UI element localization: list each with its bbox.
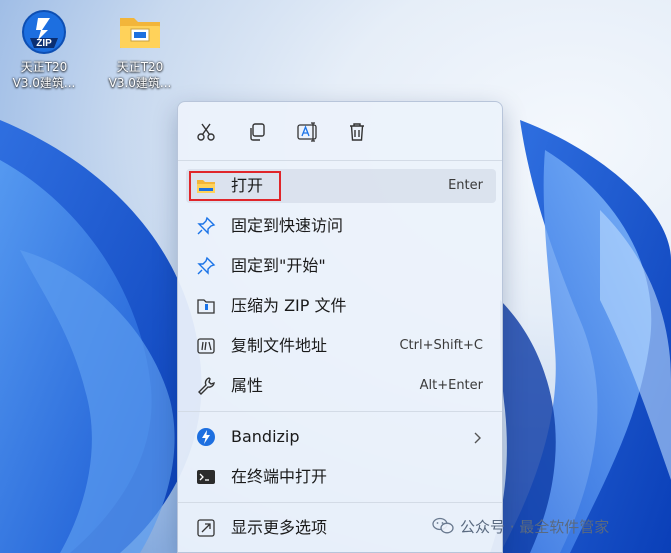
terminal-icon: [196, 467, 216, 487]
desktop-icon-label-line2: V3.0建筑...: [108, 76, 172, 90]
pin-icon: [196, 256, 216, 276]
delete-button[interactable]: [344, 119, 370, 145]
desktop-icon-label-line1: 天正T20: [116, 60, 164, 74]
watermark: 公众号 · 最全软件管家: [432, 514, 609, 538]
wechat-icon: [432, 517, 454, 534]
desktop: ZIP 天正T20 V3.0建筑... 天正T20 V3.0建筑... 打开 E…: [0, 0, 671, 553]
bandizip-icon: [196, 427, 216, 447]
folder-icon: [116, 8, 164, 56]
menu-item-label: 属性: [231, 376, 264, 395]
menu-item-shortcut: Alt+Enter: [419, 378, 483, 393]
zip-badge-text: ZIP: [36, 38, 52, 49]
copy-icon: [250, 123, 265, 141]
menu-item-open-terminal[interactable]: 在终端中打开: [186, 460, 496, 494]
menu-item-label: 打开: [231, 176, 264, 195]
menu-item-copy-path[interactable]: 复制文件地址 Ctrl+Shift+C: [186, 329, 496, 363]
separator: [178, 502, 502, 503]
menu-item-label: 在终端中打开: [231, 467, 328, 486]
watermark-text: 公众号 · 最全软件管家: [460, 517, 610, 536]
copy-button[interactable]: [244, 119, 270, 145]
folder-icon: [196, 176, 216, 196]
pin-icon: [196, 216, 216, 236]
cut-icon: [197, 123, 215, 141]
menu-item-label: 显示更多选项: [231, 518, 328, 537]
desktop-icon-label-line1: 天正T20: [20, 60, 68, 74]
menu-item-pin-start[interactable]: 固定到"开始": [186, 249, 496, 283]
rename-button[interactable]: [295, 119, 321, 145]
desktop-icon-label-line2: V3.0建筑...: [12, 76, 76, 90]
separator: [178, 411, 502, 412]
menu-item-pin-quick-access[interactable]: 固定到快速访问: [186, 209, 496, 243]
menu-item-label: 复制文件地址: [231, 336, 328, 355]
wrench-icon: [196, 376, 216, 396]
menu-item-label: 压缩为 ZIP 文件: [231, 296, 347, 315]
delete-icon: [350, 123, 364, 141]
separator: [178, 160, 502, 161]
menu-item-shortcut: Enter: [448, 178, 483, 193]
context-menu-toolbar: [178, 102, 502, 160]
chevron-right-icon: [472, 430, 482, 449]
more-options-icon: [196, 518, 216, 538]
zip-archive-icon: ZIP: [20, 8, 68, 56]
rename-icon: [297, 122, 317, 142]
menu-item-label: Bandizip: [231, 427, 300, 446]
cut-button[interactable]: [193, 119, 219, 145]
copy-path-icon: [196, 336, 216, 356]
menu-item-open[interactable]: 打开 Enter: [186, 169, 496, 203]
menu-item-label: 固定到快速访问: [231, 216, 344, 235]
desktop-icon-folder[interactable]: 天正T20 V3.0建筑...: [100, 8, 180, 91]
zip-folder-icon: [196, 296, 216, 316]
menu-item-bandizip[interactable]: Bandizip: [186, 420, 496, 454]
desktop-icon-zip[interactable]: ZIP 天正T20 V3.0建筑...: [4, 8, 84, 91]
context-menu: 打开 Enter 固定到快速访问 固定到"开始" 压缩为 ZIP 文件 复制文件…: [177, 101, 503, 553]
menu-item-compress-zip[interactable]: 压缩为 ZIP 文件: [186, 289, 496, 323]
menu-item-label: 固定到"开始": [231, 256, 326, 275]
menu-item-properties[interactable]: 属性 Alt+Enter: [186, 369, 496, 403]
menu-item-shortcut: Ctrl+Shift+C: [399, 338, 483, 353]
